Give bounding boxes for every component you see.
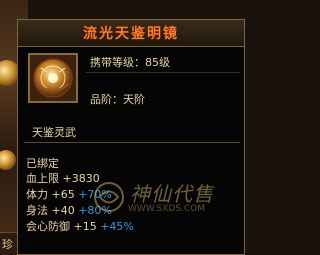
tooltip-title-bar: 流光天鉴明镜 bbox=[18, 20, 244, 47]
background-button-label: 珍 bbox=[2, 238, 13, 251]
stat-base-value: +40 bbox=[51, 204, 75, 217]
divider bbox=[86, 72, 240, 73]
watermark-logo-icon bbox=[94, 182, 124, 212]
stat-name: 体力 bbox=[26, 188, 48, 201]
watermark: 神仙代售 WWW.SXDS.COM bbox=[92, 178, 242, 218]
watermark-name: 神仙代售 bbox=[130, 182, 214, 206]
stat-row-crit-defense: 会心防御 +15 +45% bbox=[26, 218, 134, 234]
stat-row-hp: 血上限 +3830 bbox=[26, 170, 100, 186]
divider bbox=[24, 142, 240, 143]
bound-status: 已绑定 bbox=[26, 157, 59, 170]
item-rank: 品阶：天阶 bbox=[90, 93, 145, 106]
stat-name: 会心防御 bbox=[26, 220, 70, 233]
stat-name: 血上限 bbox=[26, 172, 59, 185]
item-title: 流光天鉴明镜 bbox=[83, 26, 179, 42]
stat-percent-value: +45% bbox=[100, 220, 134, 233]
carry-level: 携带等级：85级 bbox=[90, 56, 170, 69]
watermark-url: WWW.SXDS.COM bbox=[128, 204, 206, 214]
stat-base-value: +15 bbox=[73, 220, 97, 233]
bronze-mirror-icon bbox=[33, 58, 73, 98]
item-category: 天鉴灵武 bbox=[32, 126, 76, 139]
item-tooltip: 流光天鉴明镜 携带等级：85级 品阶：天阶 天鉴灵武 已绑定 血上限 +3830 bbox=[17, 19, 245, 255]
item-icon-slot[interactable] bbox=[28, 53, 78, 103]
stat-name: 身法 bbox=[26, 204, 48, 217]
stat-base-value: +65 bbox=[51, 188, 75, 201]
